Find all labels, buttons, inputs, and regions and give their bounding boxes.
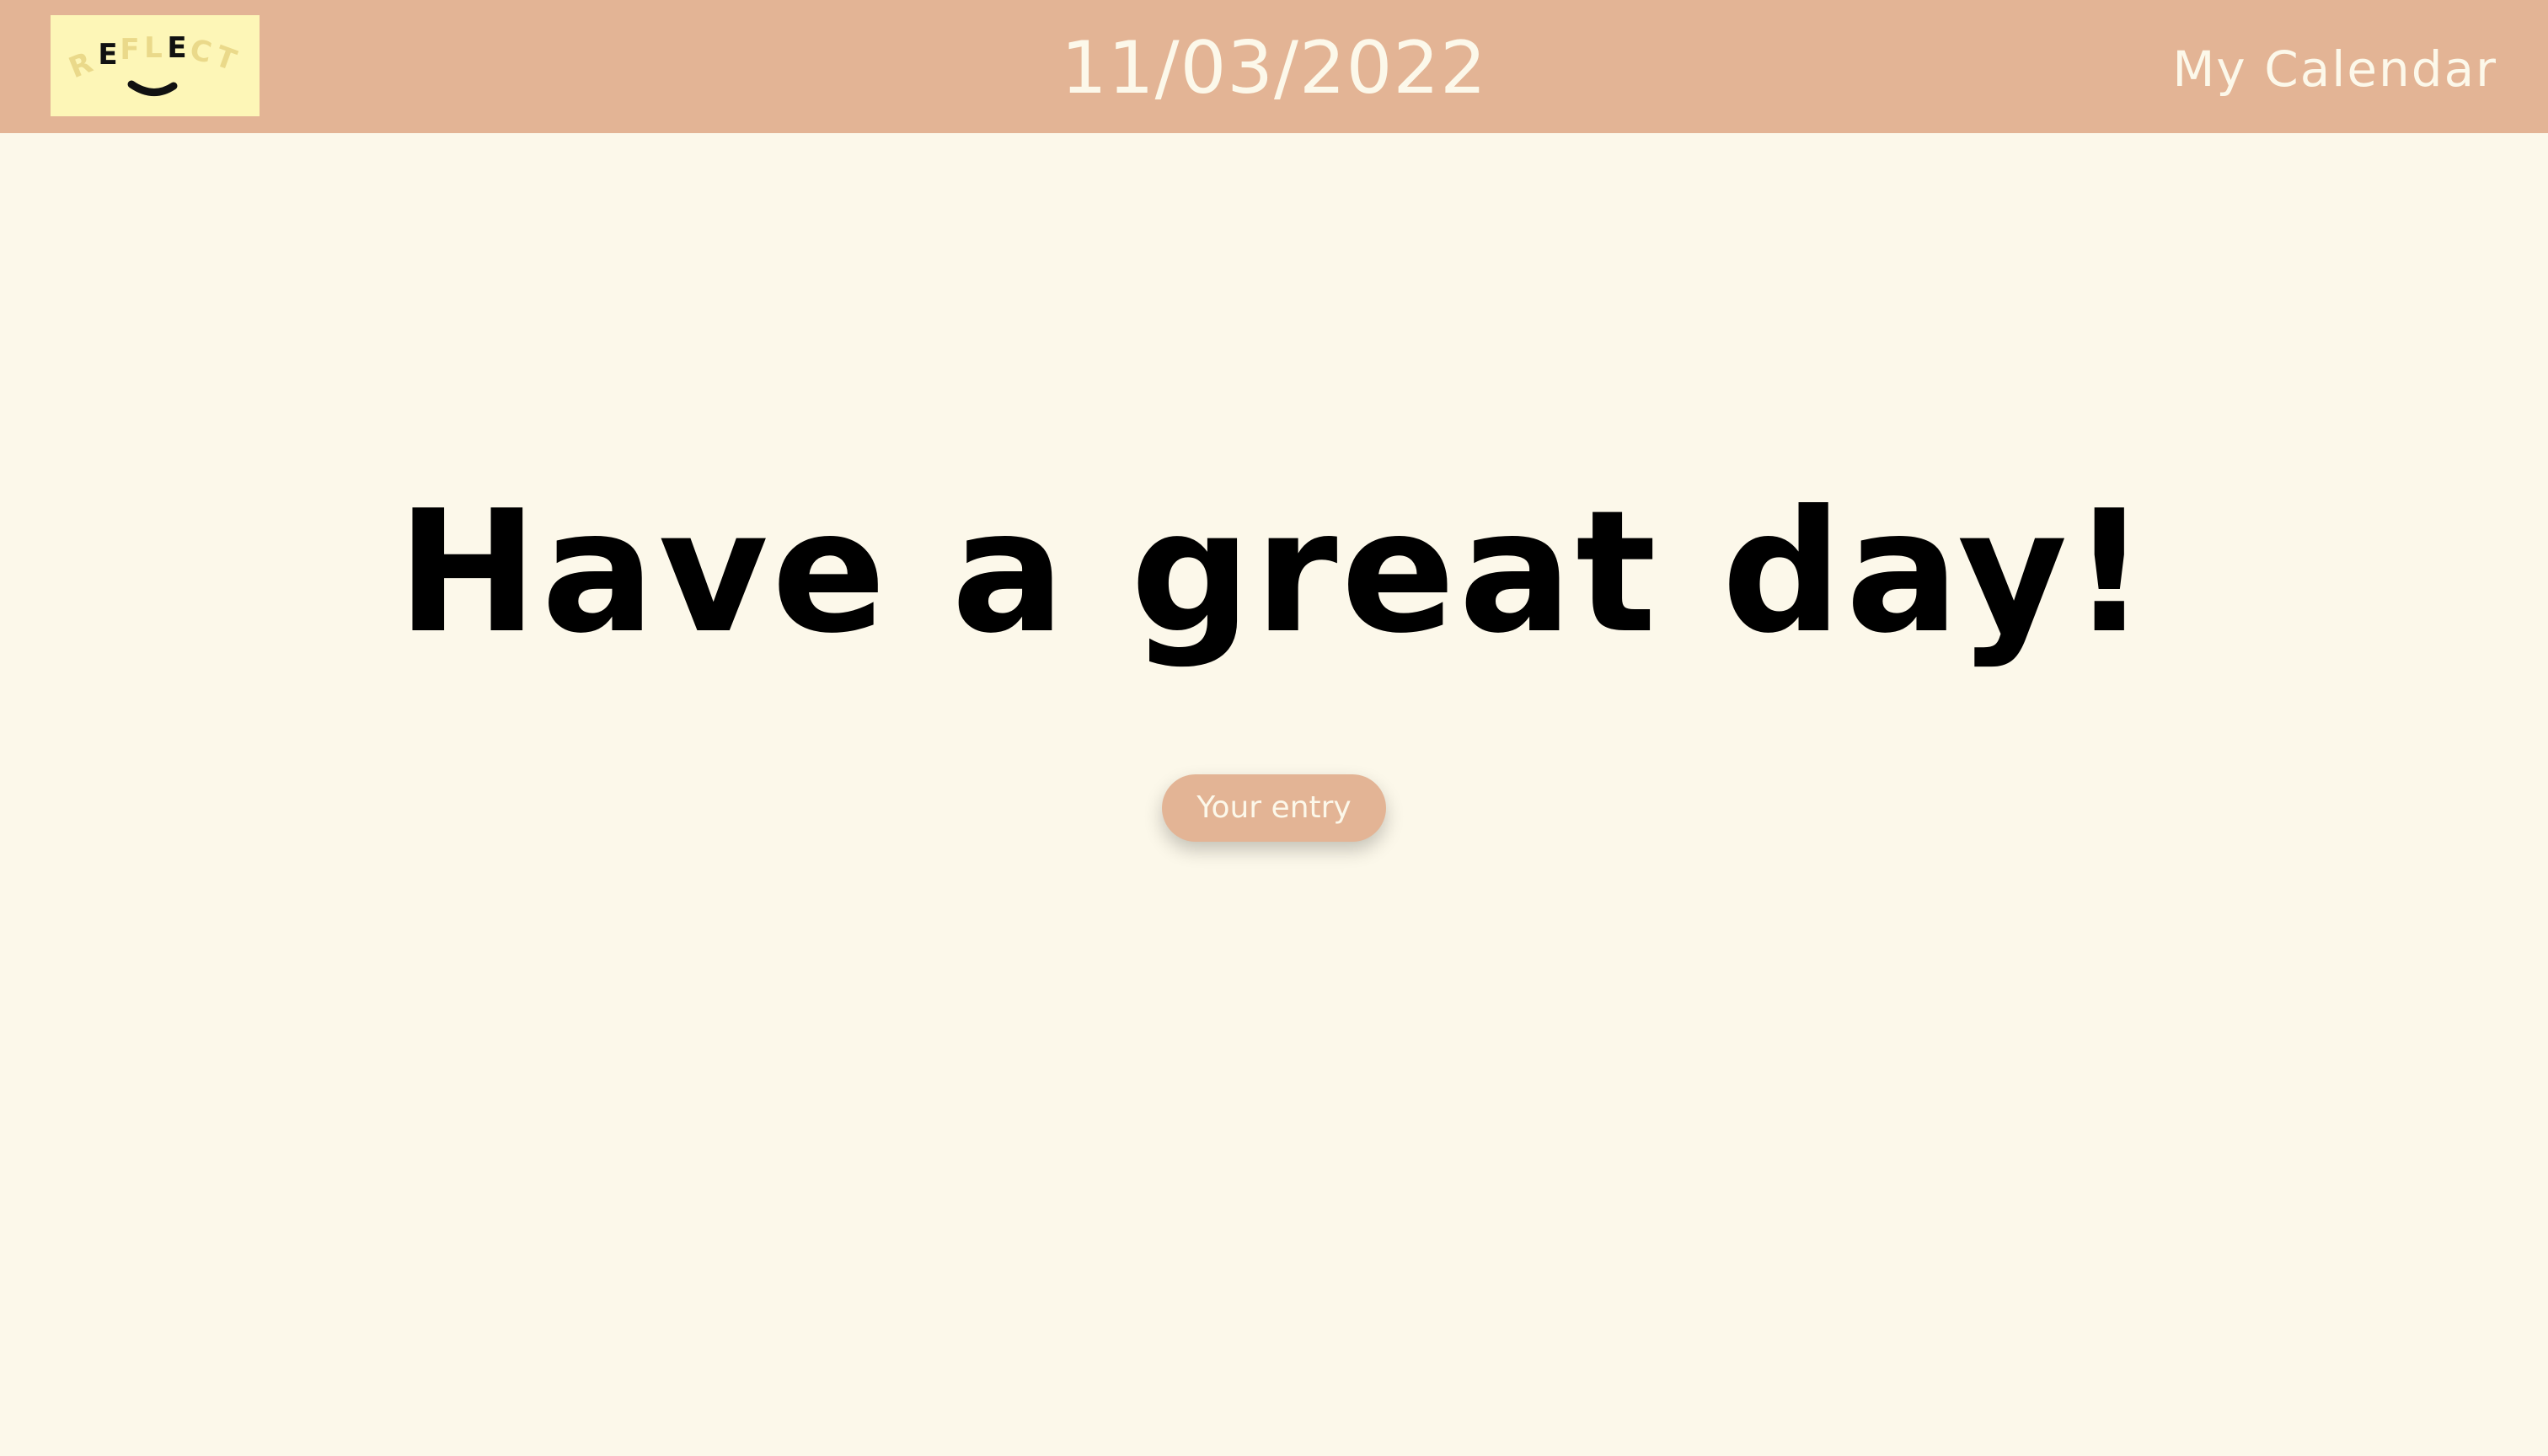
svg-text:R: R — [64, 46, 97, 85]
my-calendar-link[interactable]: My Calendar — [2172, 35, 2497, 103]
svg-text:F: F — [120, 33, 139, 67]
logo-wordmark-graphic: R E F L E C T — [64, 31, 241, 96]
svg-text:T: T — [211, 40, 241, 78]
your-entry-button[interactable]: Your entry — [1162, 774, 1386, 842]
greeting-heading: Have a great day! — [397, 474, 2151, 671]
svg-text:C: C — [187, 33, 215, 70]
top-bar: R E F L E C T 11/03/2022 My Calendar — [0, 0, 2548, 133]
svg-text:E: E — [167, 31, 186, 65]
svg-text:L: L — [144, 31, 163, 65]
reflect-logo[interactable]: R E F L E C T — [51, 15, 260, 116]
svg-text:E: E — [98, 38, 117, 72]
current-date: 11/03/2022 — [1061, 26, 1487, 110]
